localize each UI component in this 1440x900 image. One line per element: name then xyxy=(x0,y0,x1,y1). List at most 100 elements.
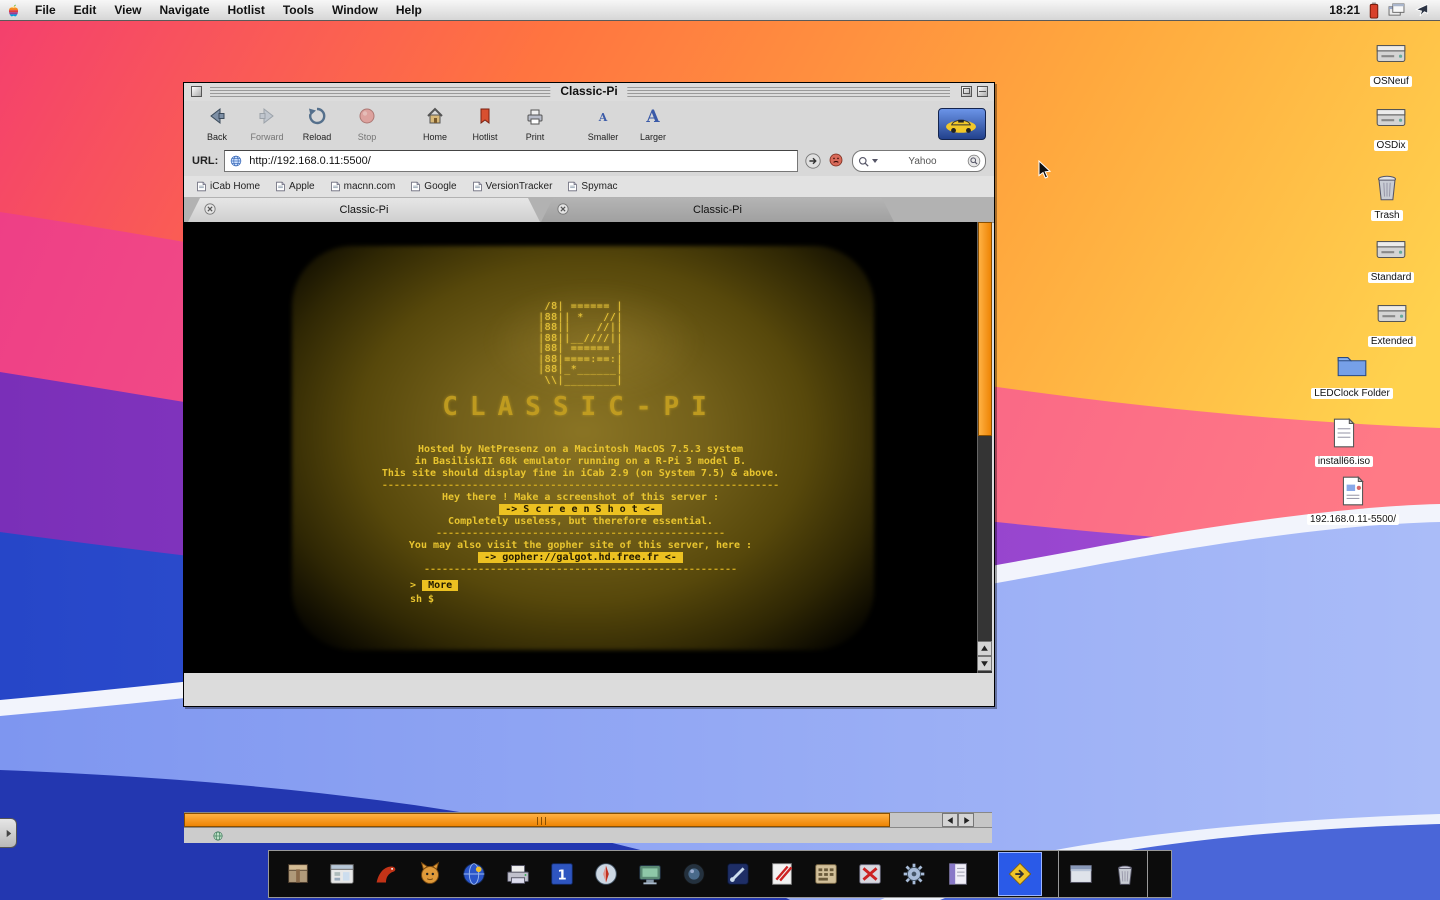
window-manager-icon[interactable] xyxy=(1388,3,1405,17)
bookmark-icab-home[interactable]: iCab Home xyxy=(196,181,260,192)
toolbar-smaller-button[interactable]: A Smaller xyxy=(578,103,628,145)
url-input[interactable] xyxy=(247,154,793,168)
toolbar-home-button[interactable]: Home xyxy=(410,103,460,145)
dock-item-yellow-diamond-arrow[interactable] xyxy=(998,852,1042,896)
blue-window-one-icon: 1 xyxy=(547,859,577,889)
application-menu-icon[interactable] xyxy=(1414,2,1430,18)
drawer-arrow-icon xyxy=(6,829,11,837)
dock-item-cat[interactable] xyxy=(408,852,452,896)
dock-item-dark-lens[interactable] xyxy=(672,852,716,896)
dock-item-stuffit-box[interactable] xyxy=(276,852,320,896)
toolbar-stop-button[interactable]: Stop xyxy=(342,103,392,145)
menu-view[interactable]: View xyxy=(105,0,150,20)
terminal-text-line: ----------------------------------------… xyxy=(381,480,780,491)
dock-item-dinosaur[interactable] xyxy=(364,852,408,896)
url-field[interactable] xyxy=(224,150,798,172)
tab-close-icon[interactable] xyxy=(204,203,216,215)
horizontal-scrollbar-thumb[interactable] xyxy=(184,813,890,827)
dock-item-compass[interactable] xyxy=(584,852,628,896)
hotlist-icon xyxy=(475,106,495,131)
menu-help[interactable]: Help xyxy=(387,0,431,20)
bookmark-versiontracker[interactable]: VersionTracker xyxy=(472,181,552,192)
terminal-link[interactable]: -> S c r e e n S h o t <- xyxy=(499,504,662,515)
tab-1-classic-pi[interactable]: Classic-Pi xyxy=(188,198,540,222)
folder-icon xyxy=(1335,348,1369,387)
dock-item-desktop-printer[interactable] xyxy=(496,852,540,896)
toolbar-hotlist-button[interactable]: Hotlist xyxy=(460,103,510,145)
web-document-icon xyxy=(1336,474,1370,513)
dock-item-red-x-transfer[interactable] xyxy=(848,852,892,896)
menu-hotlist[interactable]: Hotlist xyxy=(219,0,274,20)
dock-item-keypad[interactable] xyxy=(804,852,848,896)
terminal-link[interactable]: -> gopher://galgot.hd.free.fr <- xyxy=(478,552,683,563)
desktop-icon-install66-iso[interactable]: install66.iso xyxy=(1309,416,1379,467)
window-title-bar[interactable]: Classic-Pi xyxy=(184,83,994,102)
dock-item-blue-window-one[interactable]: 1 xyxy=(540,852,584,896)
bookmark-macnn-com[interactable]: macnn.com xyxy=(330,181,395,192)
search-box[interactable]: Yahoo xyxy=(852,150,986,172)
bookmark-spymac[interactable]: Spymac xyxy=(567,181,618,192)
apple-menu[interactable] xyxy=(0,0,26,20)
desktop-icon-192-168-0-11-5500[interactable]: 192.168.0.11-5500/ xyxy=(1307,474,1400,525)
scroll-left-arrow-icon[interactable] xyxy=(942,813,958,827)
vertical-scrollbar-thumb[interactable] xyxy=(978,222,992,436)
dock-item-control-panels[interactable] xyxy=(320,852,364,896)
site-globe-icon xyxy=(229,154,243,168)
menu-file[interactable]: File xyxy=(26,0,65,20)
terminal-link-line: -> S c r e e n S h o t <- xyxy=(184,504,977,516)
search-engine-value[interactable]: Yahoo xyxy=(880,156,965,167)
app-window-icon xyxy=(1066,859,1096,889)
vertical-scrollbar[interactable] xyxy=(977,222,992,673)
menu-window[interactable]: Window xyxy=(323,0,387,20)
collapse-box-icon[interactable] xyxy=(977,86,988,97)
search-go-icon[interactable] xyxy=(967,154,981,168)
dock-item-trash-can[interactable] xyxy=(1103,852,1147,896)
search-engine-icon[interactable] xyxy=(857,155,870,168)
dock-item-blue-tool[interactable] xyxy=(716,852,760,896)
bookmark-google[interactable]: Google xyxy=(410,181,457,192)
menu-list: File Edit View Navigate Hotlist Tools Window He… xyxy=(26,0,431,20)
tab-2-classic-pi[interactable]: Classic-Pi xyxy=(541,198,894,222)
desktop-icon-extended[interactable]: Extended xyxy=(1357,296,1427,347)
dock-item-purple-notes[interactable] xyxy=(936,852,980,896)
menu-edit[interactable]: Edit xyxy=(65,0,106,20)
html-validity-smiley-icon[interactable] xyxy=(828,152,846,170)
menubar-clock[interactable]: 18:21 xyxy=(1329,3,1360,17)
tab-close-icon[interactable] xyxy=(557,203,569,215)
toolbar-larger-button[interactable]: A Larger xyxy=(628,103,678,145)
more-button[interactable]: More xyxy=(422,580,459,591)
desktop-icon-osdix[interactable]: OSDix xyxy=(1356,100,1426,151)
tab-bar: Classic-Pi Classic-Pi xyxy=(184,197,994,223)
toolbar-forward-button[interactable]: Forward xyxy=(242,103,292,145)
dock-item-gear[interactable] xyxy=(892,852,936,896)
scroll-down-arrow-icon[interactable] xyxy=(977,656,992,671)
toolbar-reload-button[interactable]: Reload xyxy=(292,103,342,145)
icab-logo[interactable] xyxy=(938,108,986,140)
scroll-right-arrow-icon[interactable] xyxy=(958,813,974,827)
reload-icon xyxy=(307,106,327,131)
toolbar-back-button[interactable]: Back xyxy=(192,103,242,145)
zoom-box-icon[interactable] xyxy=(961,86,972,97)
bookmarks-bar: iCab Home Apple macnn.com Google VersionTrac… xyxy=(184,176,994,198)
desktop-icon-standard[interactable]: Standard xyxy=(1356,232,1426,283)
bookmark-apple[interactable]: Apple xyxy=(275,181,315,192)
menu-navigate[interactable]: Navigate xyxy=(150,0,218,20)
dock-item-red-strikes[interactable] xyxy=(760,852,804,896)
desktop-drawer-tab[interactable] xyxy=(0,818,17,848)
search-dropdown-caret-icon[interactable] xyxy=(872,159,878,163)
browser-toolbar: Back Forward Reload Stop Home Hotlist Print A Sm… xyxy=(184,101,994,147)
horizontal-scrollbar[interactable] xyxy=(184,812,992,827)
toolbar-print-button[interactable]: Print xyxy=(510,103,560,145)
dock-item-app-window[interactable] xyxy=(1059,852,1103,896)
desktop-icon-trash[interactable]: Trash xyxy=(1352,170,1422,221)
desktop-icon-osneuf[interactable]: OSNeuf xyxy=(1356,36,1426,87)
menu-tools[interactable]: Tools xyxy=(274,0,323,20)
dock-item-blue-globe[interactable] xyxy=(452,852,496,896)
battery-indicator-icon[interactable] xyxy=(1369,1,1379,19)
close-box-icon[interactable] xyxy=(191,86,202,97)
dock-item-monitor[interactable] xyxy=(628,852,672,896)
scroll-up-arrow-icon[interactable] xyxy=(977,641,992,656)
print-icon xyxy=(525,106,545,131)
go-button[interactable] xyxy=(804,152,822,170)
desktop-icon-ledclock-folder[interactable]: LEDClock Folder xyxy=(1311,348,1393,399)
